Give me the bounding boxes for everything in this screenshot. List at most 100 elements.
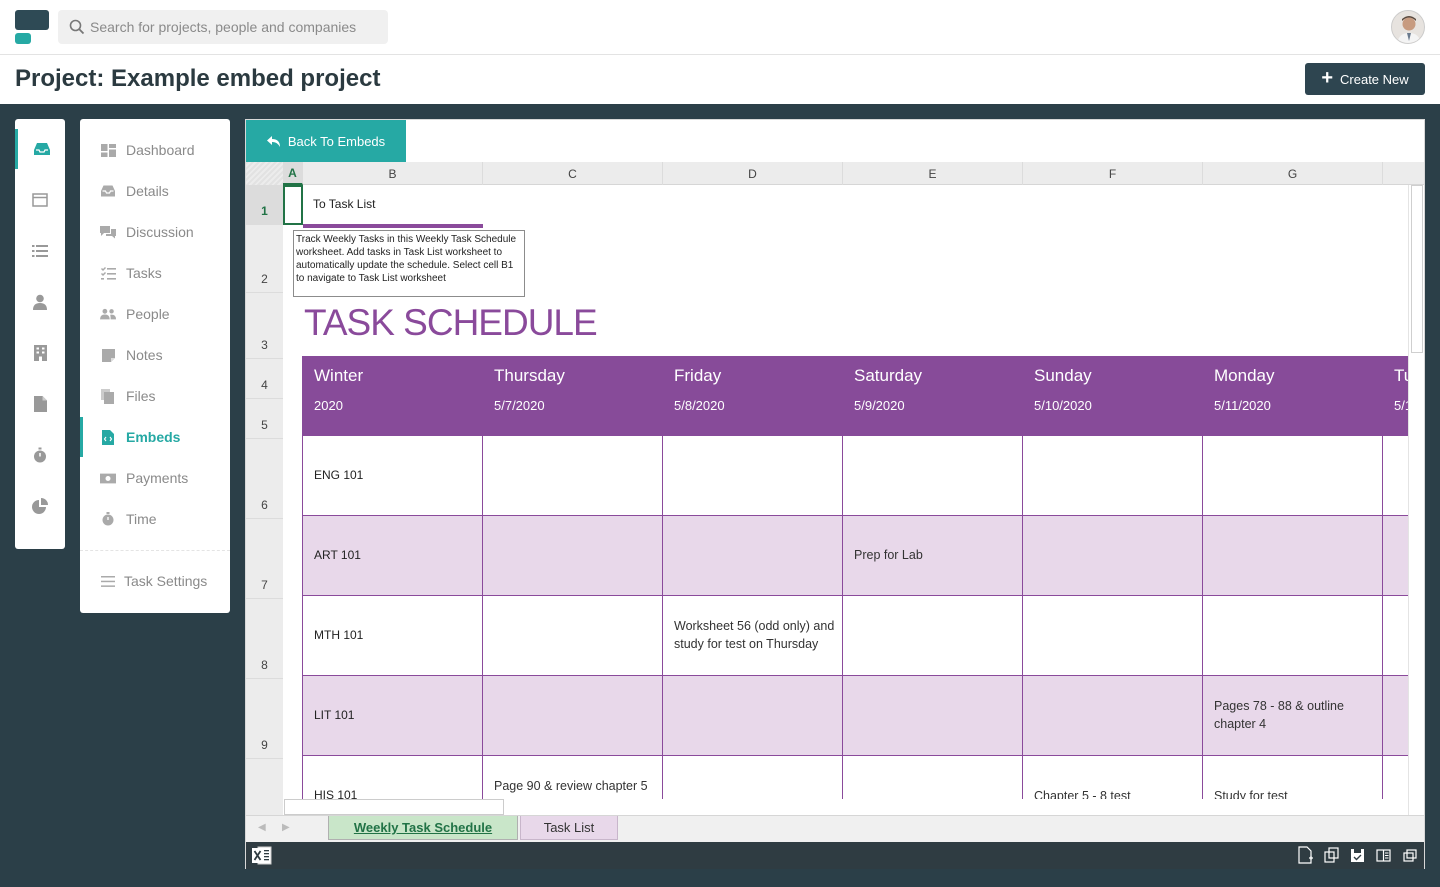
rail-inbox-icon[interactable] xyxy=(15,129,65,169)
row-header[interactable]: 2 xyxy=(246,225,283,293)
excel-icon[interactable] xyxy=(252,846,272,865)
schedule-row: ART 101 Prep for Lab xyxy=(302,516,1408,596)
rail-building-icon[interactable] xyxy=(15,333,65,373)
schedule-title: TASK SCHEDULE xyxy=(304,302,598,343)
column-header[interactable]: G xyxy=(1203,162,1383,185)
cell-comment: Track Weekly Tasks in this Weekly Task S… xyxy=(293,230,525,297)
embed-icon xyxy=(100,429,116,445)
course-label: MTH 101 xyxy=(314,628,364,642)
day-header: Saturday 5/9/2020 xyxy=(854,366,923,413)
people-icon xyxy=(100,306,116,322)
row-header[interactable]: 3 xyxy=(246,293,283,359)
column-header[interactable]: A xyxy=(283,162,303,185)
nav-item-label: Payments xyxy=(126,470,189,486)
horizontal-scrollbar[interactable] xyxy=(284,799,504,815)
back-to-embeds-button[interactable]: Back To Embeds xyxy=(246,120,406,162)
day-header: Monday 5/11/2020 xyxy=(1214,366,1275,413)
rail-stopwatch-icon[interactable] xyxy=(15,435,65,475)
vertical-scrollbar[interactable] xyxy=(1408,185,1424,842)
task-entry: Chapter 5 - 8 test xyxy=(1034,789,1131,799)
column-header-row: A B C D E F G xyxy=(246,162,1424,185)
page-title: Project: Example embed project xyxy=(15,65,381,92)
viewer-status-bar xyxy=(246,842,1424,869)
schedule-row: MTH 101 Worksheet 56 (odd only) and stud… xyxy=(302,596,1408,676)
tab-weekly-task-schedule[interactable]: Weekly Task Schedule xyxy=(328,816,518,840)
rail-person-icon[interactable] xyxy=(15,282,65,322)
dashboard-icon xyxy=(100,142,116,158)
app-logo[interactable] xyxy=(15,10,49,44)
note-icon xyxy=(100,347,116,363)
plus-icon: + xyxy=(1321,67,1334,89)
rail-list-icon[interactable] xyxy=(15,231,65,271)
chat-icon xyxy=(100,224,116,240)
spreadsheet-viewer[interactable]: A B C D E F G 1 2 3 4 5 6 7 8 9 To Task … xyxy=(246,162,1424,842)
copy-icon[interactable] xyxy=(1323,846,1340,864)
nav-item-label: Details xyxy=(126,183,169,199)
nav-item-label: Tasks xyxy=(126,265,162,281)
course-label: LIT 101 xyxy=(314,708,355,722)
day-header: Sunday 5/10/2020 xyxy=(1034,366,1092,413)
selected-cell[interactable] xyxy=(283,185,303,225)
row-header[interactable]: 4 xyxy=(246,359,283,399)
nav-item-people[interactable]: People xyxy=(80,294,230,334)
day-header: Tu5/1 xyxy=(1394,366,1408,413)
rail-chart-icon[interactable] xyxy=(15,486,65,526)
column-header[interactable]: D xyxy=(663,162,843,185)
row-header[interactable]: 6 xyxy=(246,439,283,519)
tab-next-icon[interactable]: ▶ xyxy=(282,822,290,833)
nav-item-details[interactable]: Details xyxy=(80,171,230,211)
column-header[interactable]: B xyxy=(303,162,483,185)
column-header[interactable]: C xyxy=(483,162,663,185)
nav-item-files[interactable]: Files xyxy=(80,376,230,416)
files-icon xyxy=(100,388,116,404)
reply-icon xyxy=(266,135,280,147)
save-icon[interactable] xyxy=(1349,846,1366,864)
day-header: Friday 5/8/2020 xyxy=(674,366,725,413)
nav-item-notes[interactable]: Notes xyxy=(80,335,230,375)
nav-item-embeds[interactable]: Embeds xyxy=(80,417,230,457)
nav-item-tasks[interactable]: Tasks xyxy=(80,253,230,293)
schedule-row: HIS 101 Page 90 & review chapter 5 Chapt… xyxy=(302,756,1408,799)
nav-item-label: Notes xyxy=(126,347,163,363)
task-list-link[interactable]: To Task List xyxy=(313,197,375,211)
row-header[interactable]: 1 xyxy=(246,185,283,225)
nav-item-label: Files xyxy=(126,388,156,404)
nav-item-label: Time xyxy=(126,511,157,527)
nav-item-time[interactable]: Time xyxy=(80,499,230,539)
course-label: ART 101 xyxy=(314,548,361,562)
schedule-header: Winter 2020 Thursday 5/7/2020 Friday 5/8/20… xyxy=(302,356,1408,436)
search-icon xyxy=(69,19,85,35)
nav-item-label: Discussion xyxy=(126,224,194,240)
inbox-icon xyxy=(100,183,116,199)
rail-file-icon[interactable] xyxy=(15,384,65,424)
tab-task-list[interactable]: Task List xyxy=(520,816,618,840)
new-document-icon[interactable] xyxy=(1297,846,1314,864)
course-label: HIS 101 xyxy=(314,788,358,799)
nav-item-dashboard[interactable]: Dashboard xyxy=(80,130,230,170)
row-header[interactable]: 7 xyxy=(246,519,283,599)
row-header[interactable]: 8 xyxy=(246,599,283,679)
nav-item-label: People xyxy=(126,306,170,322)
scroll-thumb[interactable] xyxy=(1411,185,1423,353)
rail-window-icon[interactable] xyxy=(15,180,65,220)
popout-icon[interactable] xyxy=(1401,846,1418,864)
search-input[interactable] xyxy=(90,10,380,44)
embed-panel: Back To Embeds A B C D E F G 1 2 3 4 5 6… xyxy=(245,119,1425,869)
task-entry: Worksheet 56 (odd only) and study for te… xyxy=(674,619,835,651)
tab-prev-icon[interactable]: ◀ xyxy=(258,822,266,833)
column-header[interactable]: F xyxy=(1023,162,1203,185)
header-accent-line xyxy=(303,224,483,228)
schedule-row: LIT 101 Pages 78 - 88 & outline chapter … xyxy=(302,676,1408,756)
create-new-button[interactable]: + Create New xyxy=(1305,63,1425,95)
nav-item-task-settings[interactable]: Task Settings xyxy=(80,561,230,601)
search-box[interactable] xyxy=(58,10,388,44)
user-avatar[interactable] xyxy=(1391,10,1425,44)
reading-view-icon[interactable] xyxy=(1375,846,1392,864)
column-header[interactable]: E xyxy=(843,162,1023,185)
nav-item-payments[interactable]: Payments xyxy=(80,458,230,498)
row-header[interactable]: 9 xyxy=(246,679,283,759)
title-bar: Project: Example embed project + Create … xyxy=(0,56,1440,104)
row-header[interactable]: 5 xyxy=(246,399,283,439)
select-all-corner[interactable] xyxy=(246,162,283,185)
nav-item-discussion[interactable]: Discussion xyxy=(80,212,230,252)
